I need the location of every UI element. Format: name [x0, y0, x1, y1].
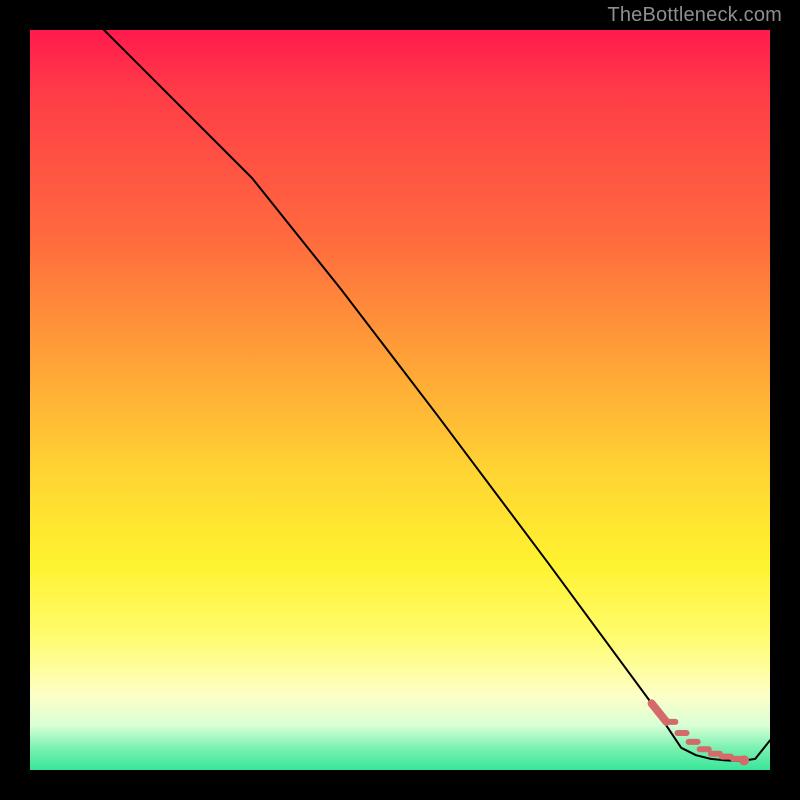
- bottleneck-curve-line: [104, 30, 770, 761]
- chart-frame: TheBottleneck.com: [0, 0, 800, 800]
- highlight-lead-segment: [652, 703, 667, 722]
- watermark-text: TheBottleneck.com: [607, 4, 782, 27]
- chart-overlay: [30, 30, 770, 770]
- highlight-end-dot: [739, 755, 749, 765]
